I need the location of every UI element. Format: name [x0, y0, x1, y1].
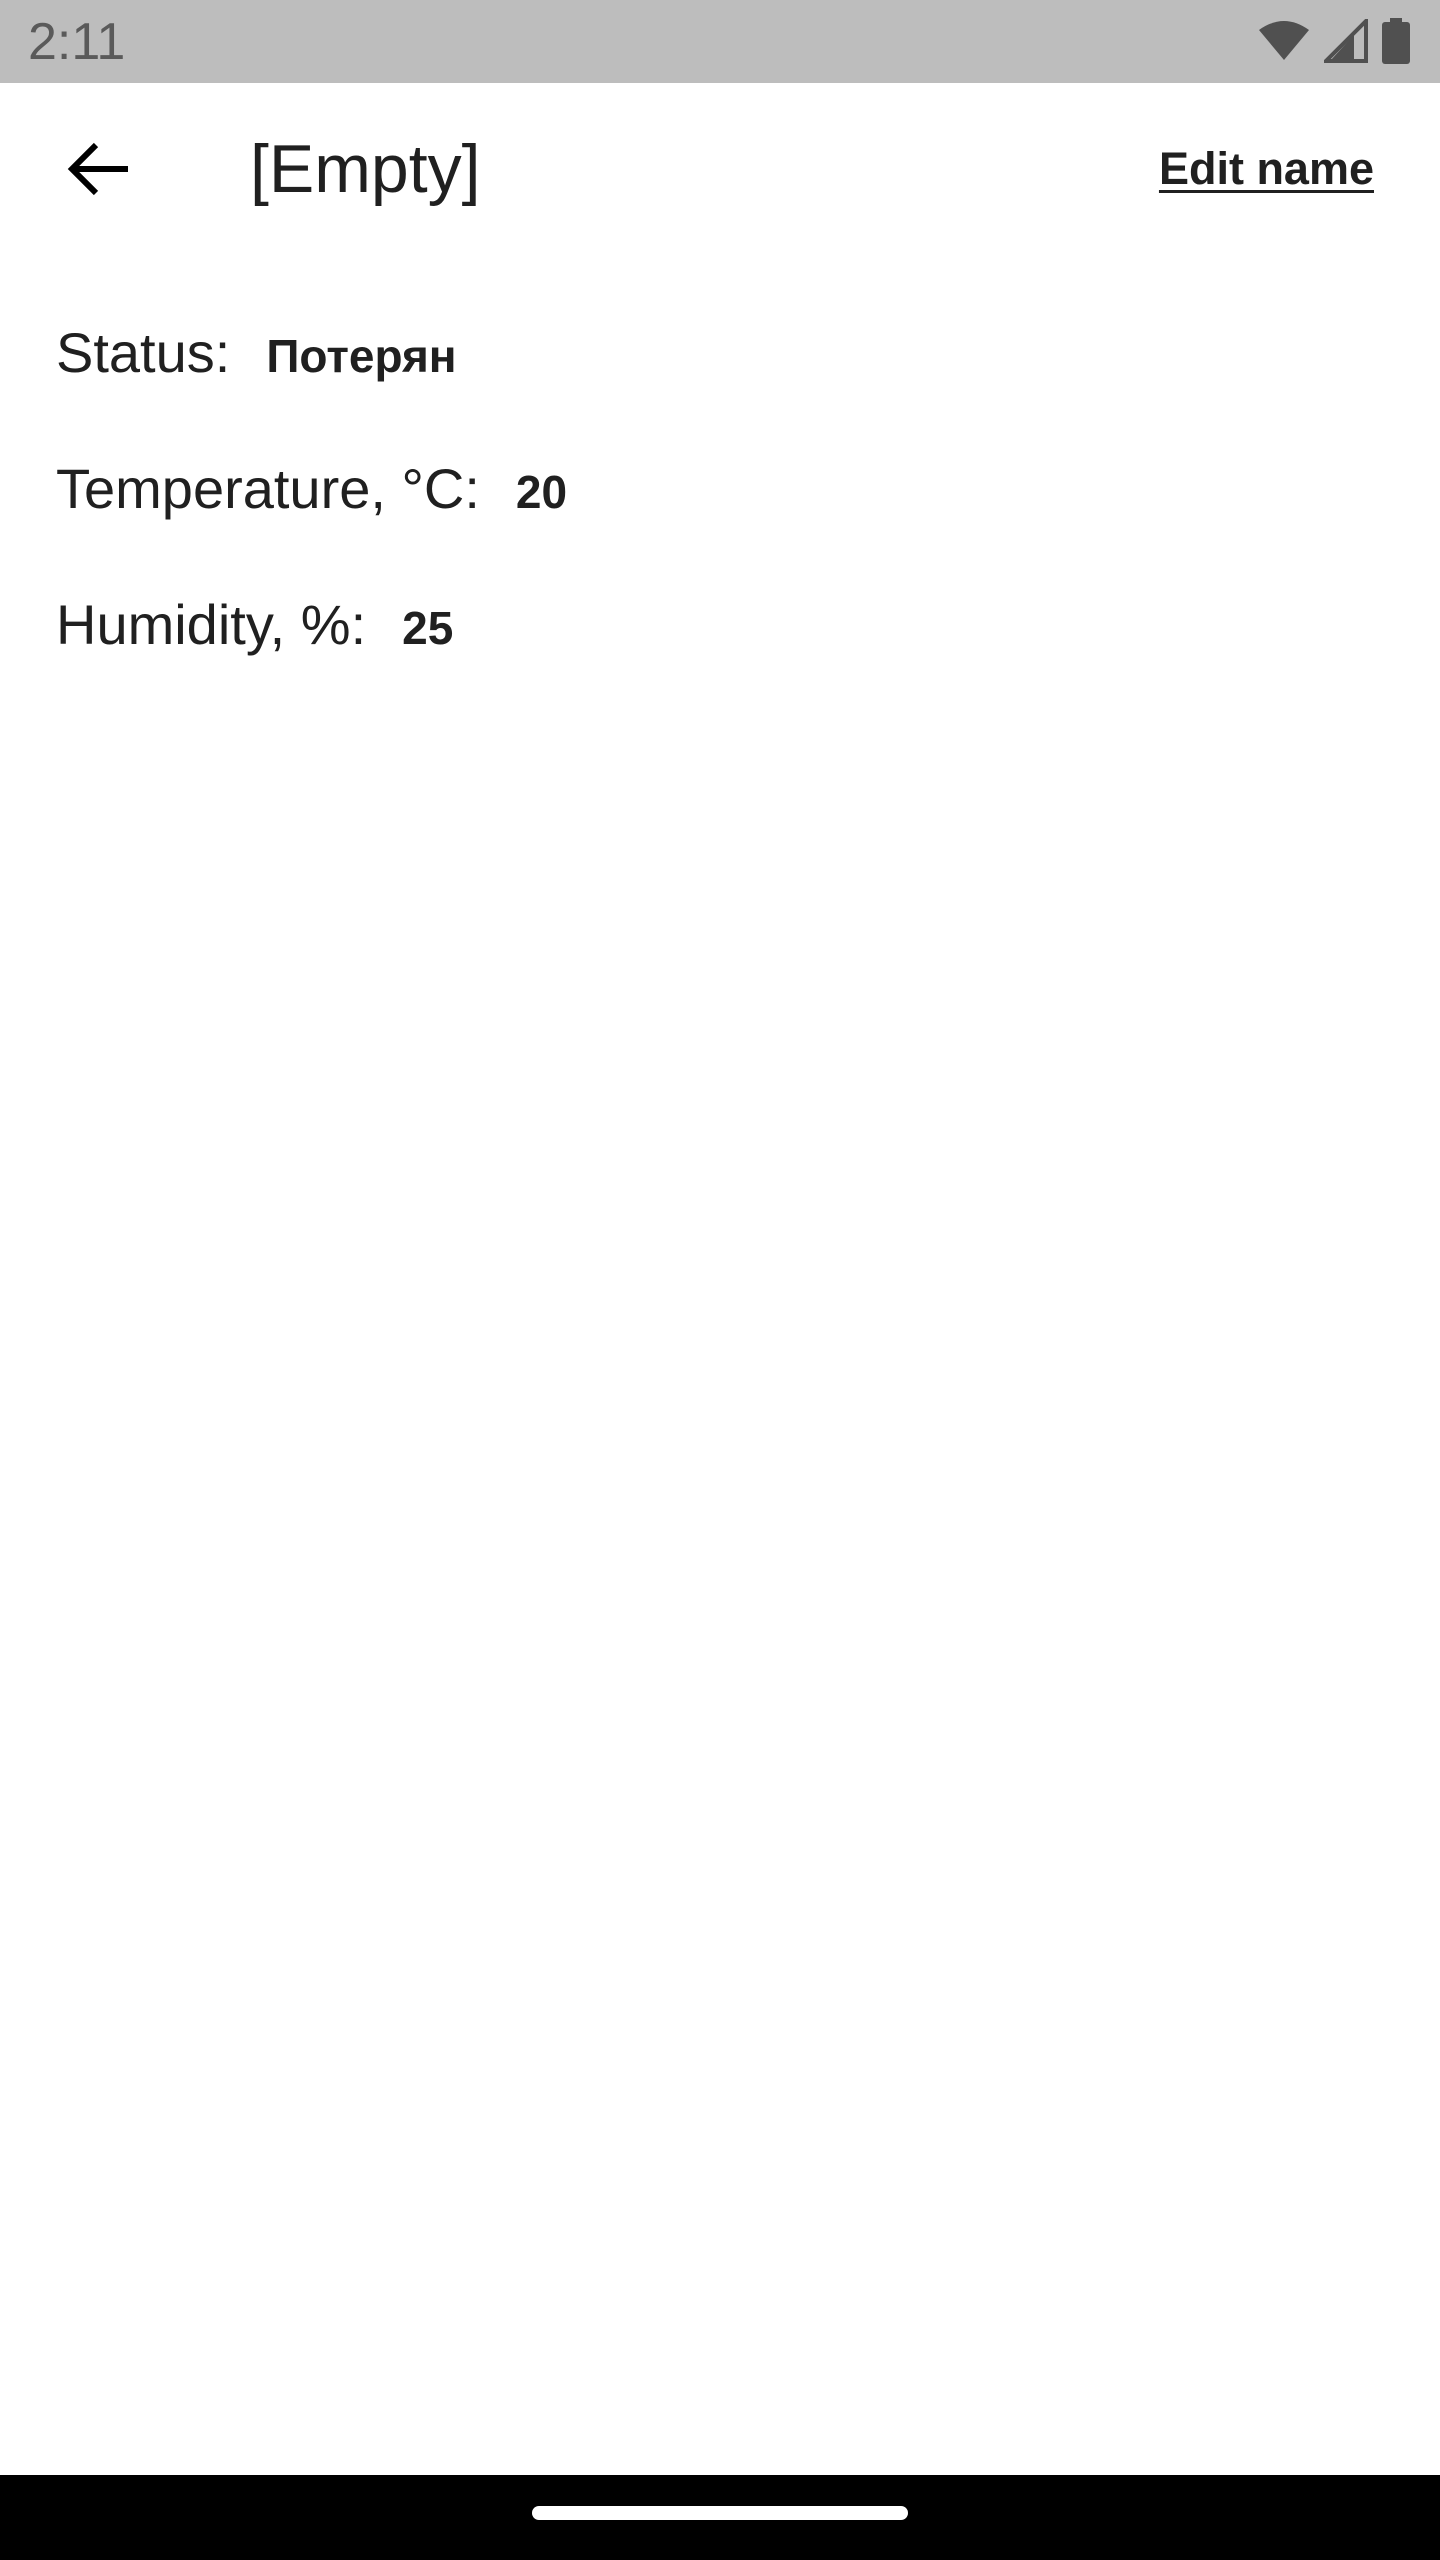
cell-signal-icon: [1324, 19, 1368, 63]
home-handle[interactable]: [532, 2506, 908, 2520]
status-icons: [1258, 16, 1410, 66]
temperature-label: Temperature, °C:: [56, 457, 480, 520]
status-bar: 2:11: [0, 0, 1440, 83]
app-bar: [Empty] Edit name: [0, 83, 1440, 259]
humidity-row: Humidity, %: 25: [56, 592, 1386, 728]
page-title: [Empty]: [250, 131, 481, 207]
device-details: Status: Потерян Temperature, °C: 20 Humi…: [56, 320, 1386, 728]
status-value: Потерян: [266, 330, 457, 382]
battery-icon: [1382, 18, 1410, 64]
humidity-value: 25: [402, 602, 454, 654]
status-row: Status: Потерян: [56, 320, 1386, 456]
navigation-bar: [0, 2475, 1440, 2560]
status-time: 2:11: [28, 13, 126, 71]
back-button[interactable]: [42, 127, 154, 215]
edit-name-button[interactable]: Edit name: [1159, 141, 1374, 197]
arrow-back-icon: [66, 141, 130, 202]
temperature-row: Temperature, °C: 20: [56, 456, 1386, 592]
device-screen: 2:11 [Empty] Edit name Status: Потерян T…: [0, 0, 1440, 2560]
temperature-value: 20: [515, 466, 568, 518]
status-label: Status:: [56, 321, 231, 384]
humidity-label: Humidity, %:: [56, 593, 367, 656]
wifi-icon: [1258, 20, 1310, 62]
